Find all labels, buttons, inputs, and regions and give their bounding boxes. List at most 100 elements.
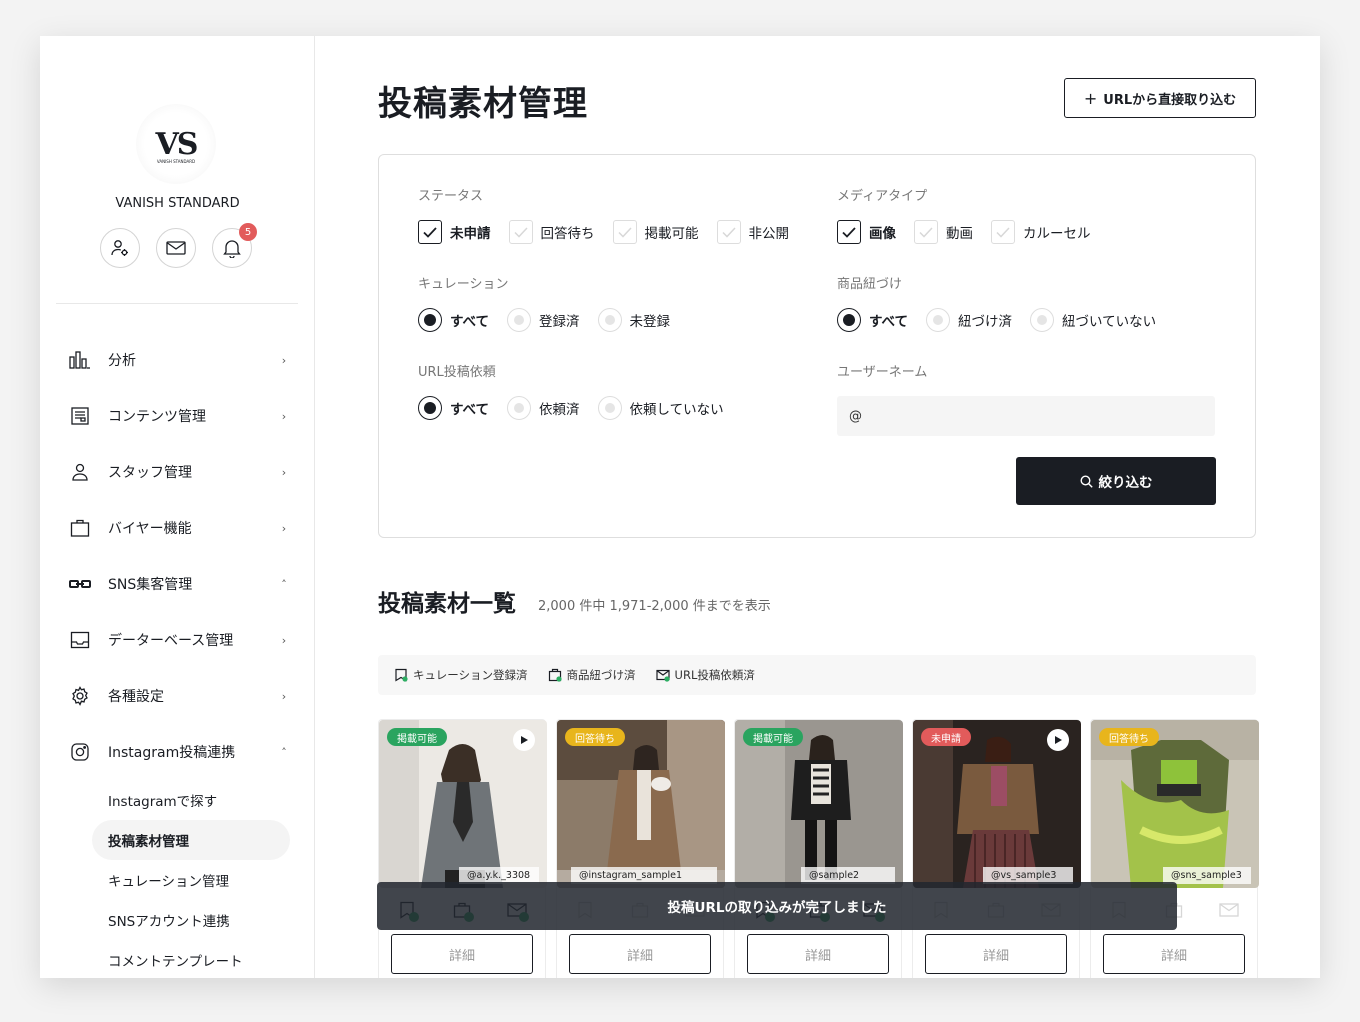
nav-item-content[interactable]: コンテンツ管理 › xyxy=(68,388,290,444)
username-input[interactable]: @ xyxy=(837,396,1215,436)
radio-selected[interactable] xyxy=(418,396,442,420)
nav-item-instagram[interactable]: Instagram投稿連携 ˄ xyxy=(68,724,290,780)
checkbox[interactable] xyxy=(612,220,637,244)
status-option-publishable[interactable]: 掲載可能 xyxy=(612,220,699,244)
post-card[interactable]: 掲載可能 @a.y.k._3308 詳細 xyxy=(378,719,547,978)
status-tag: 掲載可能 xyxy=(743,728,803,746)
post-card[interactable]: 未申請 @vs_sample3 詳細 xyxy=(912,719,1081,978)
main-content: 投稿素材管理 + URLから直接取り込む ステータス 未申請 回答待ち 掲載可能… xyxy=(316,36,1320,978)
radio[interactable] xyxy=(597,396,622,420)
filter-submit-button[interactable]: 絞り込む xyxy=(1016,457,1216,505)
sub-item-sns-accounts[interactable]: SNSアカウント連携 xyxy=(92,900,290,940)
radio-selected[interactable] xyxy=(837,308,861,332)
radio[interactable] xyxy=(926,308,951,332)
url-request-option-not-requested[interactable]: 依頼していない xyxy=(597,396,724,420)
search-icon xyxy=(1079,474,1093,488)
checkbox[interactable] xyxy=(914,220,938,244)
account-actions: 5 xyxy=(100,223,257,268)
detail-button[interactable]: 詳細 xyxy=(391,934,533,974)
radio[interactable] xyxy=(507,308,532,332)
checkbox[interactable] xyxy=(991,220,1015,244)
media-option-video[interactable]: 動画 xyxy=(914,220,973,244)
detail-button[interactable]: 詳細 xyxy=(569,934,711,974)
post-photo[interactable]: 未申請 @vs_sample3 xyxy=(913,720,1081,888)
video-play-icon xyxy=(1047,729,1069,751)
status-tag: 回答待ち xyxy=(565,728,625,746)
notifications-button[interactable]: 5 xyxy=(212,223,257,268)
status-filter: ステータス 未申請 回答待ち 掲載可能 非公開 xyxy=(418,185,789,244)
post-card[interactable]: 回答待ち @sns_sample3 詳細 xyxy=(1090,719,1259,978)
list-count: 2,000 件中 1,971-2,000 件までを表示 xyxy=(538,599,771,614)
nav-label: SNS集客管理 xyxy=(108,577,193,593)
radio[interactable] xyxy=(597,308,622,332)
account-settings-button[interactable] xyxy=(100,228,140,268)
post-card[interactable]: 掲載可能 @sample2 詳細 xyxy=(734,719,903,978)
status-option-unapplied[interactable]: 未申請 xyxy=(418,220,491,244)
url-import-label: URLから直接取り込む xyxy=(1103,92,1237,108)
instagram-submenu: Instagramで探す 投稿素材管理 キュレーション管理 SNSアカウント連携… xyxy=(92,780,290,978)
post-card[interactable]: 回答待ち @instagram_sample1 詳細 xyxy=(556,719,725,978)
curation-option-registered[interactable]: 登録済 xyxy=(507,308,580,332)
sub-item-curation[interactable]: キュレーション管理 xyxy=(92,860,290,900)
sub-item-post-materials[interactable]: 投稿素材管理 xyxy=(92,820,290,860)
post-photo[interactable]: 回答待ち @instagram_sample1 xyxy=(557,720,725,888)
bell-icon xyxy=(223,240,241,258)
sub-item-comment-templates[interactable]: コメントテンプレート xyxy=(92,940,290,978)
post-card-grid: 掲載可能 @a.y.k._3308 詳細 回答待ち @instagram_sam… xyxy=(378,719,1259,978)
status-tag: 掲載可能 xyxy=(387,728,447,746)
checkbox[interactable] xyxy=(508,220,533,244)
detail-button[interactable]: 詳細 xyxy=(1103,934,1245,974)
nav-item-buyer[interactable]: バイヤー機能 › xyxy=(68,500,290,556)
radio[interactable] xyxy=(1030,308,1055,332)
person-icon xyxy=(68,460,92,484)
chevron-right-icon: › xyxy=(281,353,287,367)
nav-item-sns[interactable]: SNS集客管理 ˄ xyxy=(68,556,290,612)
detail-button[interactable]: 詳細 xyxy=(747,934,889,974)
checkbox[interactable] xyxy=(716,220,741,244)
checkbox-checked[interactable] xyxy=(418,220,442,244)
post-photo[interactable]: 掲載可能 @sample2 xyxy=(735,720,903,888)
product-option-linked[interactable]: 紐づけ済 xyxy=(926,308,1012,332)
post-photo[interactable]: 掲載可能 @a.y.k._3308 xyxy=(379,720,547,888)
brand-name: VANISH STANDARD xyxy=(115,196,240,211)
main-nav: 分析 › コンテンツ管理 › スタッフ管理 › バイヤー機能 › SNS集客管理 xyxy=(68,332,290,780)
post-photo[interactable]: 回答待ち @sns_sample3 xyxy=(1091,720,1259,888)
nav-label: Instagram投稿連携 xyxy=(108,745,236,761)
url-request-option-requested[interactable]: 依頼済 xyxy=(507,396,580,420)
curation-option-all[interactable]: すべて xyxy=(418,308,489,332)
nav-item-analytics[interactable]: 分析 › xyxy=(68,332,290,388)
mail-check-icon xyxy=(655,669,670,682)
detail-button[interactable]: 詳細 xyxy=(925,934,1067,974)
messages-button[interactable] xyxy=(156,228,196,268)
nav-item-staff[interactable]: スタッフ管理 › xyxy=(68,444,290,500)
status-option-awaiting[interactable]: 回答待ち xyxy=(508,220,595,244)
list-title: 投稿素材一覧 xyxy=(378,591,516,617)
app-window: VS VANISH STANDARD VANISH STANDARD 5 分析 … xyxy=(40,36,1320,978)
curation-filter-label: キュレーション xyxy=(418,277,509,292)
media-option-carousel[interactable]: カルーセル xyxy=(991,220,1091,244)
brand-logo[interactable]: VS VANISH STANDARD xyxy=(136,104,216,184)
chevron-up-icon: ˄ xyxy=(281,577,287,591)
product-option-all[interactable]: すべて xyxy=(837,308,908,332)
status-option-private[interactable]: 非公開 xyxy=(716,220,789,244)
filter-submit-label: 絞り込む xyxy=(1098,475,1153,491)
sub-item-instagram-search[interactable]: Instagramで探す xyxy=(92,780,290,820)
curation-option-unregistered[interactable]: 未登録 xyxy=(597,308,670,332)
page-title: 投稿素材管理 xyxy=(378,84,588,124)
radio[interactable] xyxy=(507,396,532,420)
nav-item-settings[interactable]: 各種設定 › xyxy=(68,668,290,724)
media-option-image[interactable]: 画像 xyxy=(837,220,896,244)
url-request-option-all[interactable]: すべて xyxy=(418,396,489,420)
sidebar: VS VANISH STANDARD VANISH STANDARD 5 分析 … xyxy=(40,36,315,978)
checkbox-checked[interactable] xyxy=(837,220,861,244)
legend-item-curation: キュレーション登録済 xyxy=(394,667,528,683)
plus-icon: + xyxy=(1083,88,1098,108)
gear-icon xyxy=(68,684,92,708)
radio-selected[interactable] xyxy=(418,308,442,332)
link-icon xyxy=(68,572,92,596)
mail-icon[interactable] xyxy=(1217,898,1241,922)
chevron-right-icon: › xyxy=(281,689,287,703)
nav-item-database[interactable]: データーベース管理 › xyxy=(68,612,290,668)
url-import-button[interactable]: + URLから直接取り込む xyxy=(1064,78,1256,118)
product-option-unlinked[interactable]: 紐づいていない xyxy=(1030,308,1156,332)
